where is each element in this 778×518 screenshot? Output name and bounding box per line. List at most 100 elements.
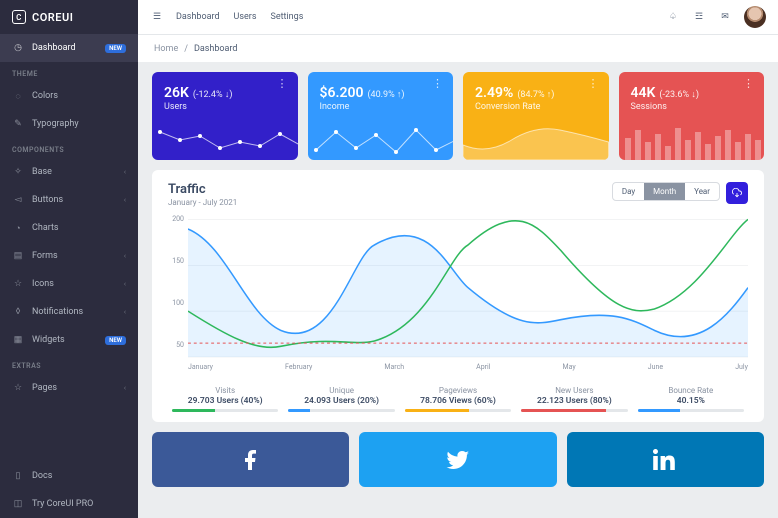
stat-newusers: New Users22.123 Users (80%) bbox=[521, 386, 627, 412]
sidebar-item-label: Icons bbox=[32, 279, 54, 289]
main: ☰ Dashboard Users Settings ♤ ☲ ✉ Home / … bbox=[138, 0, 778, 518]
logo-icon: C bbox=[12, 10, 26, 24]
sidebar-item-forms[interactable]: ▤Forms‹ bbox=[0, 242, 138, 270]
social-card-facebook[interactable] bbox=[152, 432, 349, 487]
bell-icon: ◊ bbox=[12, 306, 24, 318]
envelope-icon[interactable]: ✉ bbox=[718, 10, 732, 24]
header: ☰ Dashboard Users Settings ♤ ☲ ✉ bbox=[138, 0, 778, 34]
sidebar-item-label: Colors bbox=[32, 91, 58, 101]
list-icon[interactable]: ☲ bbox=[692, 10, 706, 24]
stat-pageviews: Pageviews78.706 Views (60%) bbox=[405, 386, 511, 412]
xtick: January bbox=[188, 363, 213, 371]
content: ⋮ 26K(-12.4% ↓) Users ⋮ $6.200(40.9% ↑) … bbox=[138, 62, 778, 518]
sidebar-item-colors[interactable]: ◌ Colors bbox=[0, 82, 138, 110]
chevron-left-icon: ‹ bbox=[124, 308, 126, 316]
card-menu-icon[interactable]: ⋮ bbox=[743, 82, 754, 86]
sidebar-item-dashboard[interactable]: ◷ Dashboard NEW bbox=[0, 34, 138, 62]
sidebar-item-label: Typography bbox=[32, 119, 79, 129]
segment-month[interactable]: Month bbox=[644, 183, 685, 200]
sidebar-item-label: Pages bbox=[32, 383, 57, 393]
breadcrumb: Home / Dashboard bbox=[138, 34, 778, 62]
xtick: April bbox=[476, 363, 490, 371]
breadcrumb-sep: / bbox=[184, 44, 188, 54]
stat-value: 26K bbox=[164, 85, 189, 101]
traffic-chart-svg bbox=[188, 213, 748, 373]
progress-bar bbox=[405, 409, 511, 412]
ytick: 150 bbox=[172, 257, 184, 265]
sparkline-bars bbox=[619, 120, 765, 160]
stat-card-sessions: ⋮ 44K(-23.6% ↓) Sessions bbox=[619, 72, 765, 160]
traffic-title: Traffic bbox=[168, 182, 612, 197]
header-link-settings[interactable]: Settings bbox=[270, 12, 303, 22]
stat-label: Users bbox=[164, 102, 286, 112]
ts-value: 22.123 Users (80%) bbox=[521, 396, 627, 406]
header-nav: Dashboard Users Settings bbox=[176, 12, 303, 22]
layers-icon: ◫ bbox=[12, 498, 24, 510]
ts-label: New Users bbox=[521, 386, 627, 395]
traffic-stats-row: Visits29.703 Users (40%) Unique24.093 Us… bbox=[168, 386, 748, 412]
ts-value: 24.093 Users (20%) bbox=[288, 396, 394, 406]
social-card-twitter[interactable] bbox=[359, 432, 556, 487]
stat-cards-row: ⋮ 26K(-12.4% ↓) Users ⋮ $6.200(40.9% ↑) … bbox=[152, 72, 764, 160]
sidebar-item-typography[interactable]: ✎ Typography bbox=[0, 110, 138, 138]
chevron-left-icon: ‹ bbox=[124, 384, 126, 392]
segment-year[interactable]: Year bbox=[685, 183, 719, 200]
cloud-download-icon bbox=[732, 188, 742, 198]
chart-icon: ◔ bbox=[12, 222, 24, 234]
sparkline-line bbox=[308, 120, 454, 160]
drop-icon: ◌ bbox=[12, 90, 24, 102]
chevron-left-icon: ‹ bbox=[124, 280, 126, 288]
menu-toggle-icon[interactable]: ☰ bbox=[150, 10, 164, 24]
sidebar-item-base[interactable]: ✧Base‹ bbox=[0, 158, 138, 186]
ts-label: Unique bbox=[288, 386, 394, 395]
notes-icon: ▤ bbox=[12, 250, 24, 262]
progress-bar bbox=[638, 409, 744, 412]
nav-title-extras: EXTRAS bbox=[0, 354, 138, 374]
sidebar-item-pages[interactable]: ☆Pages‹ bbox=[0, 374, 138, 402]
sidebar-item-buttons[interactable]: ◅Buttons‹ bbox=[0, 186, 138, 214]
stat-pct: (-12.4% ↓) bbox=[193, 90, 233, 100]
segment-day[interactable]: Day bbox=[613, 183, 644, 200]
ts-value: 40.15% bbox=[638, 396, 744, 406]
sidebar-item-label: Docs bbox=[32, 471, 52, 481]
sidebar-item-icons[interactable]: ☆ Icons ‹ bbox=[0, 270, 138, 298]
xtick: July bbox=[735, 363, 748, 371]
traffic-header: Traffic January - July 2021 Day Month Ye… bbox=[168, 182, 748, 207]
stat-value: 2.49% bbox=[475, 85, 513, 101]
stat-unique: Unique24.093 Users (20%) bbox=[288, 386, 394, 412]
sidebar-item-label: Charts bbox=[32, 223, 59, 233]
brand-logo[interactable]: C COREUI bbox=[0, 0, 138, 34]
xtick: May bbox=[563, 363, 576, 371]
puzzle-icon: ✧ bbox=[12, 166, 24, 178]
calculator-icon: ▦ bbox=[12, 334, 24, 346]
xtick: June bbox=[648, 363, 663, 371]
sidebar-item-charts[interactable]: ◔ Charts bbox=[0, 214, 138, 242]
bell-icon[interactable]: ♤ bbox=[666, 10, 680, 24]
card-menu-icon[interactable]: ⋮ bbox=[277, 82, 288, 86]
stat-pct: (84.7% ↑) bbox=[517, 90, 554, 100]
header-link-users[interactable]: Users bbox=[234, 12, 257, 22]
breadcrumb-home[interactable]: Home bbox=[154, 44, 178, 54]
time-segment-control: Day Month Year bbox=[612, 182, 720, 201]
sidebar-item-docs[interactable]: ▯Docs bbox=[0, 462, 138, 490]
ts-label: Bounce Rate bbox=[638, 386, 744, 395]
star-icon: ☆ bbox=[12, 278, 24, 290]
social-card-linkedin[interactable] bbox=[567, 432, 764, 487]
stat-pct: (-23.6% ↓) bbox=[659, 90, 699, 100]
sidebar-item-label: Forms bbox=[32, 251, 58, 261]
ts-value: 78.706 Views (60%) bbox=[405, 396, 511, 406]
traffic-chart: 200 150 100 50 January February bbox=[168, 213, 748, 378]
progress-bar bbox=[521, 409, 627, 412]
sidebar-item-pro[interactable]: ◫Try CoreUI PRO bbox=[0, 490, 138, 518]
header-link-dashboard[interactable]: Dashboard bbox=[176, 12, 220, 22]
stat-card-conversion: ⋮ 2.49%(84.7% ↑) Conversion Rate bbox=[463, 72, 609, 160]
sidebar-item-notifications[interactable]: ◊Notifications‹ bbox=[0, 298, 138, 326]
badge-new: NEW bbox=[105, 44, 126, 53]
card-menu-icon[interactable]: ⋮ bbox=[588, 82, 599, 86]
card-menu-icon[interactable]: ⋮ bbox=[432, 82, 443, 86]
sidebar-item-widgets[interactable]: ▦WidgetsNEW bbox=[0, 326, 138, 354]
nav-title-theme: THEME bbox=[0, 62, 138, 82]
avatar[interactable] bbox=[744, 6, 766, 28]
stat-value: 44K bbox=[631, 85, 656, 101]
download-button[interactable] bbox=[726, 182, 748, 204]
